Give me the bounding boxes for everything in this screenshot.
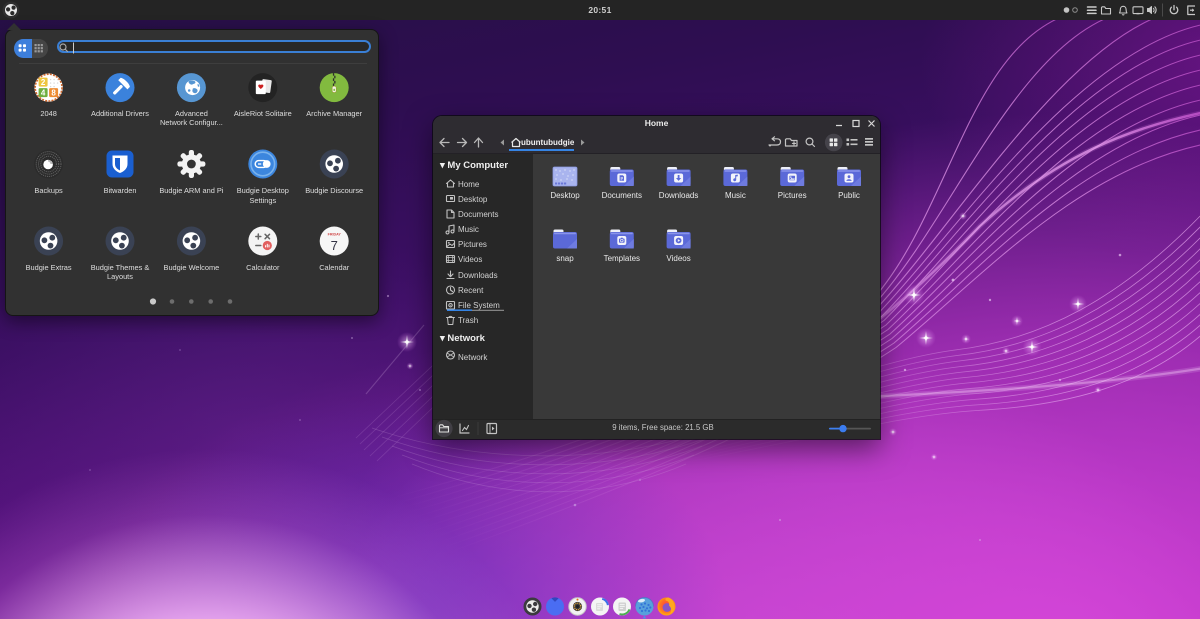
- svg-text:4: 4: [41, 88, 46, 97]
- svg-text:2: 2: [41, 78, 46, 87]
- svg-text:8: 8: [51, 88, 56, 97]
- svg-text:7: 7: [331, 238, 338, 253]
- svg-text:FRIDAY: FRIDAY: [328, 233, 342, 237]
